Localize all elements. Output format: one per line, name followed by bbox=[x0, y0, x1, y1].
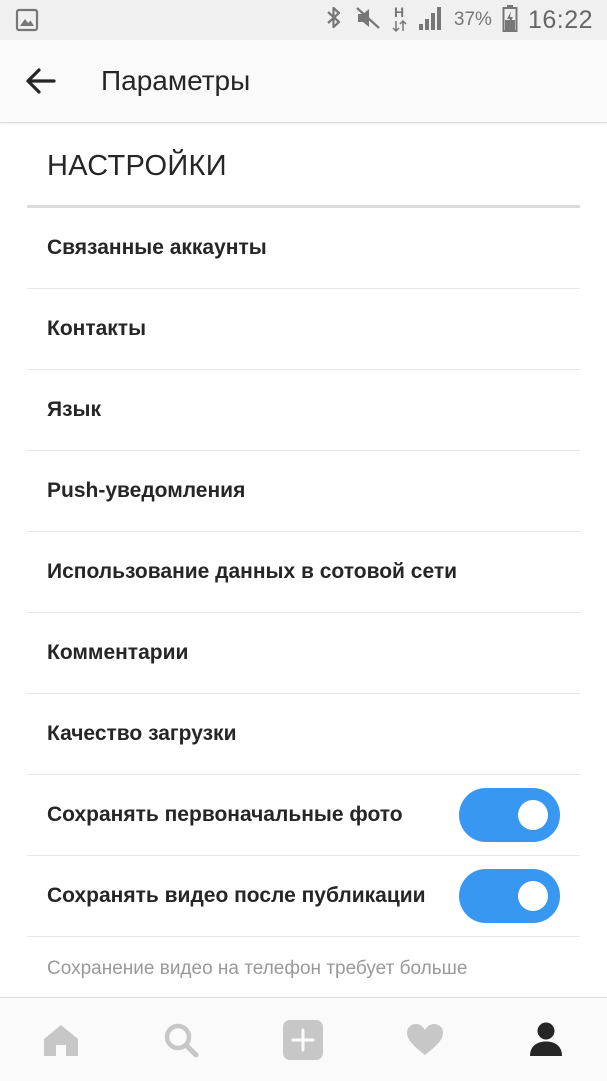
save-videos-toggle[interactable] bbox=[459, 869, 560, 923]
settings-item-label: Использование данных в сотовой сети bbox=[47, 560, 458, 583]
heart-icon[interactable] bbox=[403, 1018, 447, 1062]
settings-item-label: Комментарии bbox=[47, 641, 189, 664]
settings-item-upload-quality[interactable]: Качество загрузки bbox=[27, 694, 580, 775]
save-original-photos-toggle[interactable] bbox=[459, 788, 560, 842]
bottom-nav bbox=[0, 997, 607, 1081]
settings-item-label: Сохранять видео после публикации bbox=[47, 884, 426, 907]
settings-item-label: Качество загрузки bbox=[47, 722, 237, 745]
toggle-knob bbox=[518, 881, 548, 911]
settings-item-language[interactable]: Язык bbox=[27, 370, 580, 451]
settings-item-comments[interactable]: Комментарии bbox=[27, 613, 580, 694]
signal-icon bbox=[418, 5, 444, 36]
image-icon bbox=[15, 8, 39, 32]
battery-charging-icon bbox=[502, 4, 518, 37]
add-icon[interactable] bbox=[281, 1018, 325, 1062]
settings-item-linked-accounts[interactable]: Связанные аккаунты bbox=[27, 208, 580, 289]
bluetooth-icon bbox=[324, 5, 344, 36]
settings-item-cellular-data[interactable]: Использование данных в сотовой сети bbox=[27, 532, 580, 613]
settings-item-label: Контакты bbox=[47, 317, 147, 340]
settings-item-label: Сохранять первоначальные фото bbox=[47, 803, 403, 826]
mute-icon bbox=[354, 5, 382, 36]
toggle-knob bbox=[518, 800, 548, 830]
settings-item-push-notifications[interactable]: Push-уведомления bbox=[27, 451, 580, 532]
battery-percent: 37% bbox=[453, 9, 492, 30]
settings-item-label: Язык bbox=[47, 398, 101, 421]
status-bar: H 37% 16:22 bbox=[0, 0, 607, 40]
settings-item-contacts[interactable]: Контакты bbox=[27, 289, 580, 370]
settings-item-label: Связанные аккаунты bbox=[47, 236, 267, 259]
search-icon[interactable] bbox=[159, 1018, 203, 1062]
network-h-icon: H bbox=[392, 3, 408, 38]
settings-item-label: Push-уведомления bbox=[47, 479, 246, 502]
page-title: Параметры bbox=[101, 65, 251, 96]
home-icon[interactable] bbox=[39, 1018, 83, 1062]
clock: 16:22 bbox=[527, 5, 593, 34]
app-bar: Параметры bbox=[0, 40, 607, 123]
settings-note: Сохранение видео на телефон требует боль… bbox=[47, 958, 468, 979]
profile-icon[interactable] bbox=[524, 1018, 568, 1062]
arrow-left-icon[interactable] bbox=[20, 61, 60, 101]
settings-item-save-videos: Сохранять видео после публикации bbox=[27, 856, 580, 937]
settings-list: Связанные аккаунты Контакты Язык Push-ув… bbox=[27, 208, 580, 937]
settings-item-save-original-photos: Сохранять первоначальные фото bbox=[27, 775, 580, 856]
network-label: H bbox=[394, 4, 404, 20]
section-title: НАСТРОЙКИ bbox=[47, 150, 227, 182]
